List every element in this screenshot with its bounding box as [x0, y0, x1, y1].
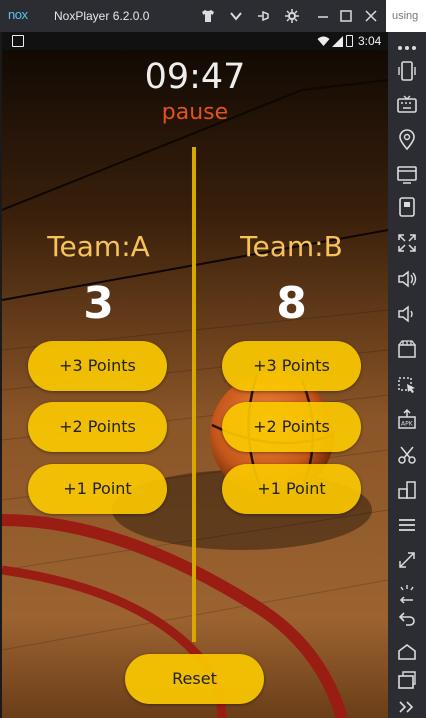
expand-toolbar-icon[interactable]: [395, 695, 419, 718]
volume-up-icon[interactable]: [395, 267, 419, 291]
notification-icon: [12, 35, 24, 47]
signal-icon: [332, 36, 343, 47]
team-divider: [192, 147, 196, 642]
team-a-plus2-button[interactable]: +2 Points: [28, 402, 167, 452]
gear-icon[interactable]: [284, 8, 300, 24]
basketball-score-app: 09:47 pause Team:A 3 Team:B 8 +3 Points …: [2, 50, 388, 718]
more-icon[interactable]: [395, 36, 419, 60]
video-record-icon[interactable]: [395, 337, 419, 361]
screenshot-icon[interactable]: [395, 195, 419, 219]
phone-rotate-icon[interactable]: [395, 59, 419, 83]
android-screen: 3:04 09:47 pause Team:A 3 Team:B 8 +3 Po…: [2, 32, 388, 718]
team-a-plus1-button[interactable]: +1 Point: [28, 464, 167, 514]
team-b-plus1-button[interactable]: +1 Point: [222, 464, 361, 514]
team-b-score: 8: [276, 278, 307, 329]
menu-icon[interactable]: [395, 513, 419, 537]
location-icon[interactable]: [395, 128, 419, 152]
maximize-icon[interactable]: [338, 8, 354, 24]
emulator-sidebar: APK: [388, 32, 426, 718]
keyboard-icon[interactable]: [395, 93, 419, 117]
team-a-score: 3: [83, 278, 114, 329]
chevron-down-icon[interactable]: [228, 8, 244, 24]
recent-apps-icon[interactable]: [395, 668, 419, 692]
svg-text:APK: APK: [401, 421, 414, 428]
shake-icon[interactable]: [395, 582, 419, 606]
multi-instance-icon[interactable]: [395, 478, 419, 502]
skin-icon[interactable]: [200, 8, 216, 24]
team-a-plus3-button[interactable]: +3 Points: [28, 341, 167, 391]
game-timer: 09:47: [144, 57, 246, 97]
window-title: NoxPlayer 6.2.0.0: [54, 9, 150, 23]
minimize-icon[interactable]: [315, 8, 331, 24]
apk-install-icon[interactable]: APK: [395, 407, 419, 431]
battery-icon: [346, 35, 353, 47]
team-b-plus2-button[interactable]: +2 Points: [222, 402, 361, 452]
volume-down-icon[interactable]: [395, 302, 419, 326]
team-b-name: Team:B: [240, 230, 343, 263]
background-window-edge: using: [386, 0, 426, 32]
background-window-text: using: [392, 10, 419, 22]
back-icon[interactable]: [395, 606, 419, 630]
android-status-bar: 3:04: [2, 32, 388, 50]
pause-button[interactable]: pause: [2, 100, 388, 125]
home-icon[interactable]: [395, 640, 419, 664]
zoom-icon[interactable]: [395, 548, 419, 572]
screen-icon[interactable]: [395, 162, 419, 186]
close-icon[interactable]: [363, 8, 379, 24]
wifi-icon: [317, 36, 330, 46]
team-b-plus3-button[interactable]: +3 Points: [222, 341, 361, 391]
fullscreen-icon[interactable]: [395, 231, 419, 255]
macro-icon[interactable]: [395, 372, 419, 396]
team-a-name: Team:A: [47, 230, 150, 263]
window-titlebar: nox NoxPlayer 6.2.0.0 using: [0, 0, 426, 32]
nox-logo: nox: [8, 7, 28, 22]
reset-button[interactable]: Reset: [125, 654, 264, 704]
pin-icon[interactable]: [256, 8, 272, 24]
cut-icon[interactable]: [395, 443, 419, 467]
status-time: 3:04: [358, 34, 382, 48]
